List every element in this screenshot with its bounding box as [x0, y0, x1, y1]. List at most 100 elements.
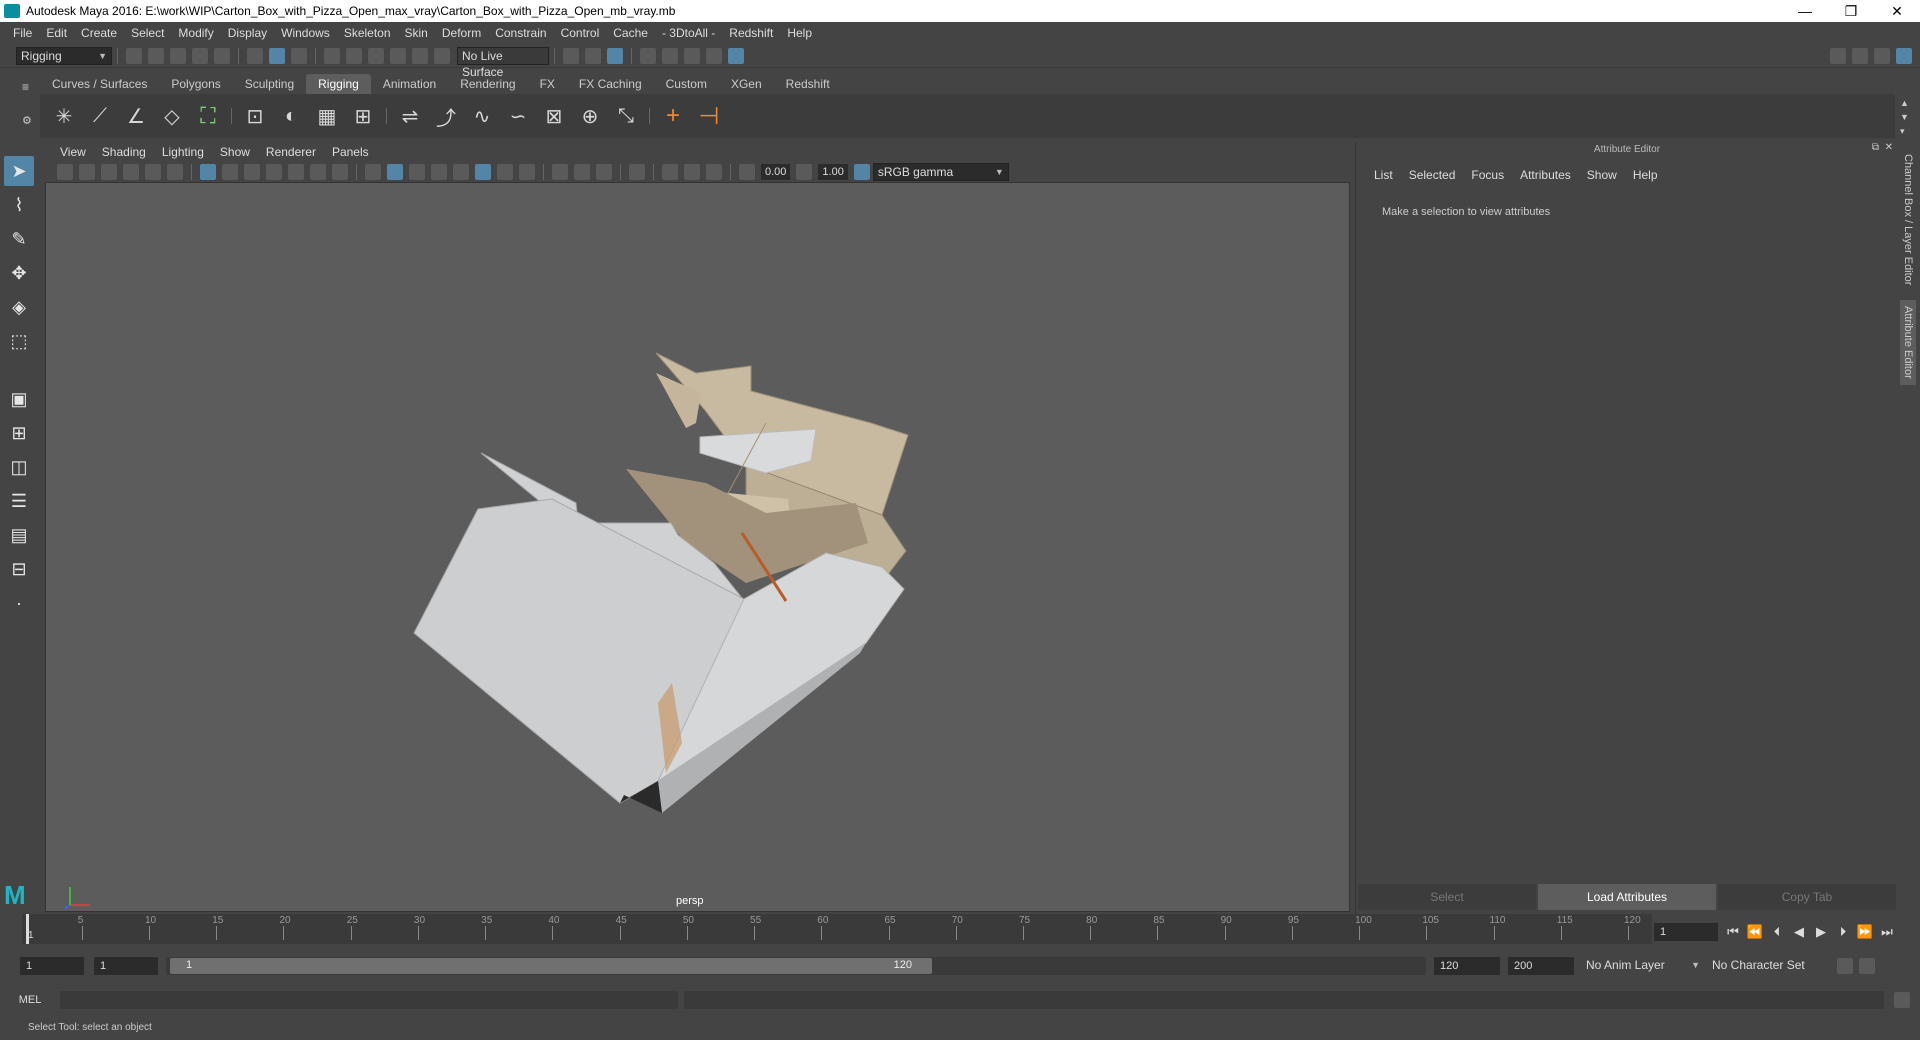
- tab-fx-caching[interactable]: FX Caching: [567, 74, 654, 94]
- tab-fx[interactable]: FX: [528, 74, 567, 94]
- wire-deformer-icon[interactable]: ∿: [469, 101, 495, 131]
- tab-polygons[interactable]: Polygons: [159, 74, 232, 94]
- paint-select-icon[interactable]: ✎: [4, 224, 34, 254]
- script-editor-icon[interactable]: [1894, 992, 1910, 1008]
- tab-custom[interactable]: Custom: [654, 74, 719, 94]
- hypershade-icon[interactable]: [728, 47, 744, 64]
- menu-edit[interactable]: Edit: [39, 26, 74, 40]
- step-forward-frame-icon[interactable]: ⏵: [1832, 924, 1854, 940]
- perspective-viewport[interactable]: persp: [45, 182, 1350, 912]
- step-back-frame-icon[interactable]: ⏴: [1766, 924, 1788, 940]
- menu-deform[interactable]: Deform: [435, 26, 488, 40]
- playback-start-field[interactable]: 1: [94, 957, 158, 975]
- attr-menu-show[interactable]: Show: [1579, 168, 1625, 182]
- cluster-icon[interactable]: ⊞: [350, 101, 376, 131]
- time-slider[interactable]: 1 5 10 15 20 25 30 35 40 45 50 55 60 65 70 75 80 85 90 95 1…: [22, 914, 1652, 944]
- menu-skeleton[interactable]: Skeleton: [337, 26, 398, 40]
- range-slider[interactable]: 1 120: [166, 957, 1426, 975]
- select-object-icon[interactable]: [269, 47, 285, 64]
- xray-icon[interactable]: [431, 164, 447, 180]
- shelf-scroll-icon[interactable]: ▲ ▼ ▾: [1900, 96, 1909, 138]
- attr-menu-attributes[interactable]: Attributes: [1512, 168, 1579, 182]
- render-view-icon[interactable]: [640, 47, 656, 64]
- select-tool-icon[interactable]: ➤: [4, 156, 34, 186]
- lattice-icon[interactable]: ▦: [314, 101, 340, 131]
- snap-curve-icon[interactable]: [346, 47, 362, 64]
- select-hierarchy-icon[interactable]: [247, 47, 263, 64]
- field-chart-icon[interactable]: [288, 164, 304, 180]
- film-gate-icon[interactable]: [222, 164, 238, 180]
- play-backward-icon[interactable]: ◀: [1788, 924, 1810, 940]
- menu-constrain[interactable]: Constrain: [488, 26, 553, 40]
- panel-menu-show[interactable]: Show: [212, 145, 258, 159]
- camera-attributes-icon[interactable]: [79, 164, 95, 180]
- playback-end-field[interactable]: 120: [1434, 957, 1500, 975]
- image-plane-icon[interactable]: [123, 164, 139, 180]
- auto-key-icon[interactable]: [1837, 958, 1853, 974]
- ambient-occlusion-icon[interactable]: [552, 164, 568, 180]
- attr-menu-selected[interactable]: Selected: [1401, 168, 1464, 182]
- step-forward-key-icon[interactable]: ⏩: [1854, 924, 1876, 940]
- ipr-render-icon[interactable]: [684, 47, 700, 64]
- open-scene-icon[interactable]: [148, 47, 164, 64]
- mel-label[interactable]: MEL: [0, 994, 60, 1006]
- tab-redshift[interactable]: Redshift: [774, 74, 842, 94]
- snap-grid-icon[interactable]: [324, 47, 340, 64]
- attr-menu-help[interactable]: Help: [1625, 168, 1666, 182]
- animation-start-field[interactable]: 1: [20, 957, 84, 975]
- channel-box-toggle-icon[interactable]: [1896, 47, 1912, 64]
- gamma-field[interactable]: 1.00: [818, 164, 848, 180]
- layout-four-icon[interactable]: ⊞: [4, 418, 34, 448]
- select-button[interactable]: Select: [1358, 884, 1536, 910]
- tab-rendering[interactable]: Rendering: [448, 74, 527, 94]
- input-ops-icon[interactable]: [563, 47, 579, 64]
- menu-control[interactable]: Control: [554, 26, 607, 40]
- tab-curves-surfaces[interactable]: Curves / Surfaces: [40, 74, 159, 94]
- anti-aliasing-icon[interactable]: [596, 164, 612, 180]
- soft-mod-icon[interactable]: ⊕: [577, 101, 603, 131]
- attribute-editor-toggle-icon[interactable]: [1852, 47, 1868, 64]
- select-component-icon[interactable]: [291, 47, 307, 64]
- step-back-key-icon[interactable]: ⏪: [1744, 924, 1766, 940]
- close-button[interactable]: ✕: [1874, 3, 1920, 20]
- menu-create[interactable]: Create: [74, 26, 124, 40]
- menu-select[interactable]: Select: [124, 26, 171, 40]
- blend-shape-icon[interactable]: ⇌: [397, 101, 423, 131]
- panel-menu-lighting[interactable]: Lighting: [154, 145, 212, 159]
- layout-graph-icon[interactable]: ▤: [4, 520, 34, 550]
- wrap-deformer-icon[interactable]: ∽: [505, 101, 531, 131]
- mel-input[interactable]: [60, 991, 678, 1009]
- save-scene-icon[interactable]: [170, 47, 186, 64]
- menuset-dropdown[interactable]: Rigging ▼: [16, 46, 112, 65]
- float-panel-icon[interactable]: ⧉: [1872, 142, 1879, 153]
- wrinkle-tool-icon[interactable]: ⤡: [613, 101, 639, 131]
- shelf-menu-icon[interactable]: ≡: [22, 80, 29, 94]
- backface-culling-icon[interactable]: [706, 164, 722, 180]
- undo-icon[interactable]: [192, 47, 208, 64]
- exposure-icon[interactable]: [739, 164, 755, 180]
- redo-icon[interactable]: [214, 47, 230, 64]
- ik-handle-icon[interactable]: ∠: [123, 101, 149, 131]
- rotate-tool-icon[interactable]: ◈: [4, 292, 34, 322]
- safe-title-icon[interactable]: [332, 164, 348, 180]
- exposure-field[interactable]: 0.00: [761, 164, 791, 180]
- layout-hypershade-icon[interactable]: ⊟: [4, 554, 34, 584]
- use-all-lights-icon[interactable]: [497, 164, 513, 180]
- wireframe-on-shaded-icon[interactable]: [409, 164, 425, 180]
- humanik-icon[interactable]: ⛶: [195, 101, 221, 131]
- lasso-tool-icon[interactable]: ⌇: [4, 190, 34, 220]
- modeling-toolkit-icon[interactable]: [1830, 47, 1846, 64]
- layout-options-icon[interactable]: ·: [4, 588, 34, 618]
- ik-spline-icon[interactable]: ◇: [159, 101, 185, 131]
- 2d-pan-zoom-icon[interactable]: [145, 164, 161, 180]
- grid-icon[interactable]: [200, 164, 216, 180]
- tool-settings-icon[interactable]: [1874, 47, 1890, 64]
- range-slider-handle[interactable]: 1 120: [170, 958, 932, 974]
- tab-channel-box[interactable]: Channel Box / Layer Editor: [1902, 154, 1914, 285]
- menu-windows[interactable]: Windows: [274, 26, 337, 40]
- constraint-icon[interactable]: ⊣: [696, 101, 722, 131]
- menu-display[interactable]: Display: [221, 26, 274, 40]
- menu-file[interactable]: File: [6, 26, 39, 40]
- colorspace-dropdown[interactable]: sRGB gamma ▼: [872, 163, 1009, 181]
- construction-history-icon[interactable]: [607, 47, 623, 64]
